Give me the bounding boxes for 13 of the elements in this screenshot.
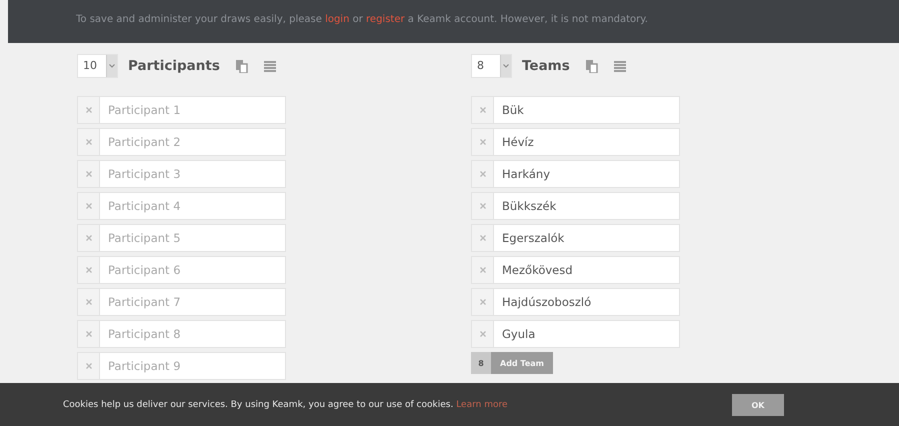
team-count: 8 (471, 352, 491, 374)
caret-icon (106, 55, 117, 77)
paste-icon[interactable] (586, 60, 598, 72)
count-select[interactable]: 10 (77, 54, 118, 78)
list-icon[interactable] (264, 60, 276, 72)
cookie-text: Cookies help us deliver our services. By using Keamk, you agree to our use of cookies. Learn more (63, 400, 508, 410)
section-title: Participants (128, 58, 220, 74)
list-icon[interactable] (614, 60, 626, 72)
section-title: Teams (522, 58, 570, 74)
paste-icon[interactable] (236, 60, 248, 72)
caret-icon (500, 55, 511, 77)
notice-text: To save and administer your draws easily, please login or register a Keamk account. However, it is not mandatory. (76, 14, 648, 27)
count-select[interactable]: 8 (471, 54, 512, 78)
